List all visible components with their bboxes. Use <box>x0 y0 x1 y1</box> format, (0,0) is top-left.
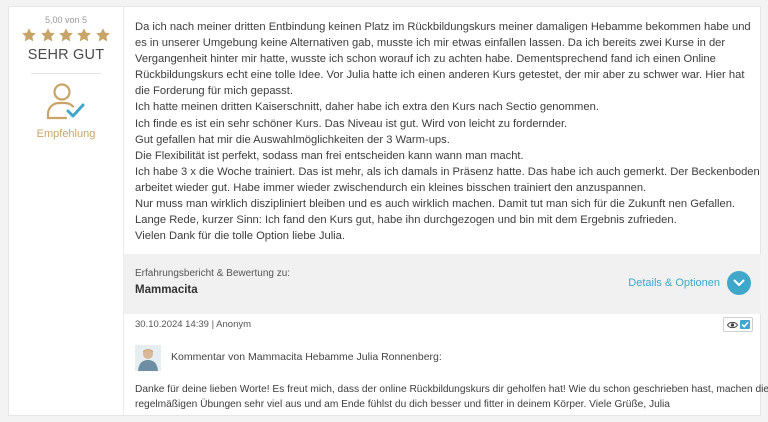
check-icon <box>740 320 750 329</box>
eye-icon <box>727 321 738 329</box>
recommendation-label: Empfehlung <box>36 128 96 140</box>
review-line: Lange Rede, kurzer Sinn: Ich fand den Ku… <box>135 214 677 227</box>
star-icon <box>21 27 37 43</box>
review-line: Ich habe 3 x die Woche trainiert. Das is… <box>135 165 760 178</box>
comment-heading: Kommentar von Mammacita Hebamme Julia Ro… <box>171 351 442 363</box>
details-options-link[interactable]: Details & Optionen <box>628 277 720 289</box>
recommend-user-check-icon <box>44 80 88 124</box>
review-line: Nur muss man wirklich diszipliniert blei… <box>135 198 736 211</box>
review-card: 5,00 von 5 SEHR GUT Empfehlung Da ich na… <box>8 6 768 416</box>
details-toggle-button[interactable] <box>727 271 751 295</box>
review-line: arbeitet wieder gut. Habe immer wieder z… <box>135 181 647 194</box>
star-icon <box>58 27 74 43</box>
review-date-author: 30.10.2024 14:39 | Anonym <box>135 319 252 330</box>
product-info-bar: Erfahrungsbericht & Bewertung zu: Mammac… <box>124 254 761 314</box>
visibility-toggle[interactable] <box>723 317 753 332</box>
review-line: Ich hatte meinen dritten Kaiserschnitt, … <box>135 101 599 114</box>
chevron-down-icon <box>733 279 745 286</box>
star-icon <box>40 27 56 43</box>
review-line: die Forderung für mich gepasst. <box>135 85 293 98</box>
comment-line: Danke für deine lieben Worte! Es freut m… <box>135 384 768 395</box>
product-name: Mammacita <box>135 284 198 296</box>
review-line: Gut gefallen hat mir die Auswahlmöglichk… <box>135 133 450 146</box>
product-caption: Erfahrungsbericht & Bewertung zu: <box>135 268 291 279</box>
review-line: Vielen Dank für die tolle Option liebe J… <box>135 230 345 243</box>
comment-body: Danke für deine lieben Worte! Es freut m… <box>135 383 768 412</box>
star-rating <box>9 27 123 47</box>
review-line: Die Flexibilität ist perfekt, sodass man… <box>135 149 524 162</box>
rating-score-label: 5,00 von 5 <box>44 15 88 25</box>
review-line: Vergangenheit hinter mir hatte, wusste i… <box>135 53 716 66</box>
review-line: Da ich nach meiner dritten Entbindung ke… <box>135 21 751 33</box>
avatar <box>135 345 161 371</box>
review-line: Rückbildungskurs echt eine tolle Idee. V… <box>135 69 745 82</box>
rating-panel: 5,00 von 5 SEHR GUT Empfehlung <box>9 7 124 415</box>
star-icon <box>95 27 111 43</box>
comment-line: regelmäßigen Übungen sehr viel aus und a… <box>135 398 670 410</box>
review-line: Ich finde es ist ein sehr schöner Kurs. … <box>135 117 568 130</box>
review-line: es in unserer Umgebung keine Alternative… <box>135 37 726 50</box>
rating-divider <box>31 73 101 74</box>
review-body: Da ich nach meiner dritten Entbindung ke… <box>135 19 760 244</box>
rating-word: SEHR GUT <box>27 47 105 63</box>
star-icon <box>76 27 92 43</box>
